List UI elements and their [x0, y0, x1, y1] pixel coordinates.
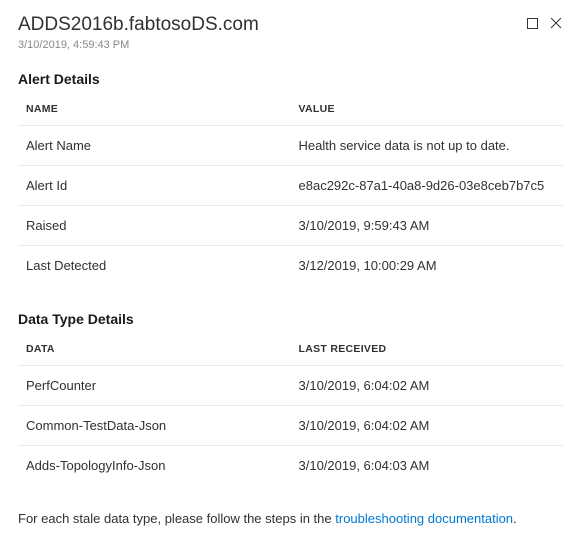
cell-value: 3/10/2019, 9:59:43 AM: [291, 205, 564, 245]
cell-name: Alert Name: [18, 125, 291, 165]
cell-name: Raised: [18, 205, 291, 245]
cell-value: 3/12/2019, 10:00:29 AM: [291, 245, 564, 285]
column-header-data: DATA: [18, 333, 291, 366]
panel-timestamp: 3/10/2019, 4:59:43 PM: [18, 39, 563, 51]
column-header-name: NAME: [18, 93, 291, 126]
alert-details-heading: Alert Details: [18, 71, 563, 87]
table-row: Alert Id e8ac292c-87a1-40a8-9d26-03e8ceb…: [18, 165, 563, 205]
column-header-last-received: LAST RECEIVED: [291, 333, 564, 366]
table-row: Adds-TopologyInfo-Json 3/10/2019, 6:04:0…: [18, 445, 563, 485]
alert-details-table: NAME VALUE Alert Name Health service dat…: [18, 93, 563, 285]
table-row: PerfCounter 3/10/2019, 6:04:02 AM: [18, 365, 563, 405]
data-type-details-heading: Data Type Details: [18, 311, 563, 327]
restore-button[interactable]: [525, 16, 539, 30]
cell-name: Last Detected: [18, 245, 291, 285]
table-row: Last Detected 3/12/2019, 10:00:29 AM: [18, 245, 563, 285]
close-button[interactable]: [549, 16, 563, 30]
cell-last-received: 3/10/2019, 6:04:03 AM: [291, 445, 564, 485]
restore-icon: [527, 18, 538, 29]
alert-details-section: Alert Details NAME VALUE Alert Name Heal…: [18, 71, 563, 285]
window-controls: [525, 16, 563, 30]
table-row: Alert Name Health service data is not up…: [18, 125, 563, 165]
cell-last-received: 3/10/2019, 6:04:02 AM: [291, 365, 564, 405]
data-type-details-section: Data Type Details DATA LAST RECEIVED Per…: [18, 311, 563, 485]
alert-panel: ADDS2016b.fabtosoDS.com 3/10/2019, 4:59:…: [0, 0, 581, 544]
cell-last-received: 3/10/2019, 6:04:02 AM: [291, 405, 564, 445]
panel-header: ADDS2016b.fabtosoDS.com 3/10/2019, 4:59:…: [18, 14, 563, 51]
footer-note: For each stale data type, please follow …: [18, 511, 563, 526]
table-row: Raised 3/10/2019, 9:59:43 AM: [18, 205, 563, 245]
cell-value: Health service data is not up to date.: [291, 125, 564, 165]
cell-value: e8ac292c-87a1-40a8-9d26-03e8ceb7b7c5: [291, 165, 564, 205]
column-header-value: VALUE: [291, 93, 564, 126]
panel-title: ADDS2016b.fabtosoDS.com: [18, 14, 563, 37]
footer-text-suffix: .: [513, 511, 517, 526]
close-icon: [550, 17, 562, 29]
footer-text-prefix: For each stale data type, please follow …: [18, 511, 335, 526]
table-row: Common-TestData-Json 3/10/2019, 6:04:02 …: [18, 405, 563, 445]
cell-data: Common-TestData-Json: [18, 405, 291, 445]
troubleshooting-link[interactable]: troubleshooting documentation: [335, 511, 513, 526]
data-type-details-table: DATA LAST RECEIVED PerfCounter 3/10/2019…: [18, 333, 563, 485]
cell-name: Alert Id: [18, 165, 291, 205]
cell-data: Adds-TopologyInfo-Json: [18, 445, 291, 485]
cell-data: PerfCounter: [18, 365, 291, 405]
